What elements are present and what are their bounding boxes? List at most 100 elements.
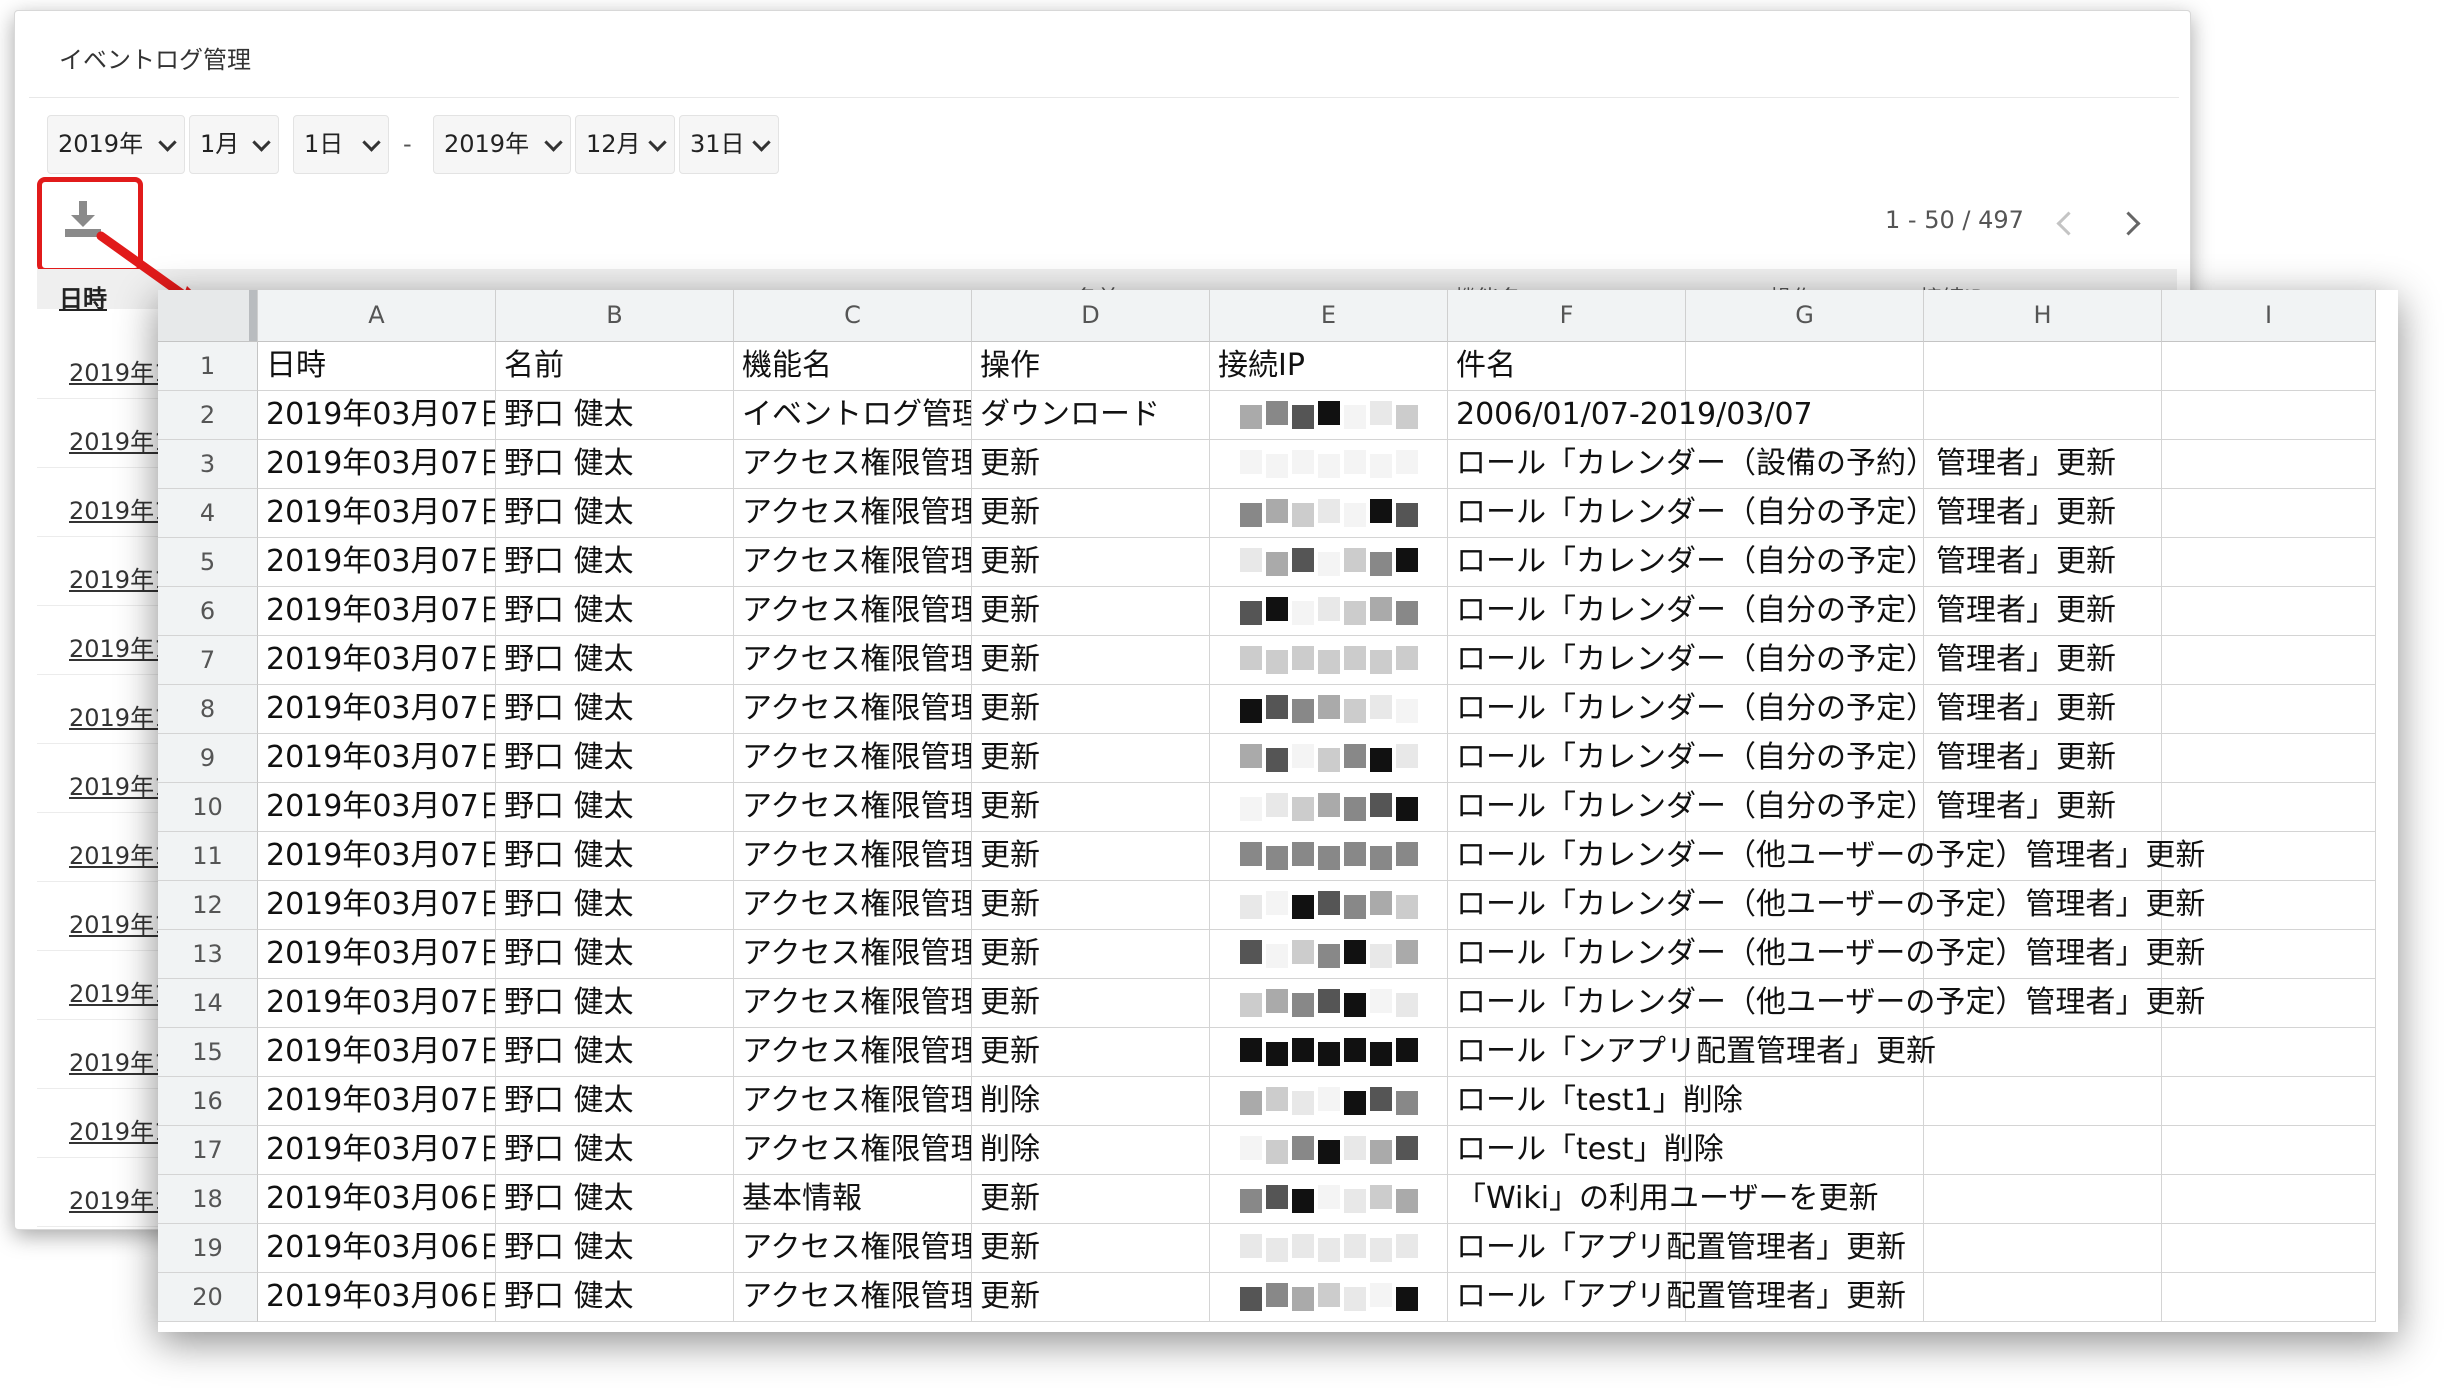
- date-cell[interactable]: 2019年03月06日: [258, 1175, 496, 1224]
- operation-cell[interactable]: 更新: [972, 685, 1210, 734]
- masked-ip-cell[interactable]: [1210, 783, 1448, 832]
- row-header[interactable]: 4: [158, 489, 258, 538]
- empty-cell[interactable]: [2162, 342, 2376, 391]
- name-cell[interactable]: 野口 健太: [496, 1126, 734, 1175]
- operation-cell[interactable]: 更新: [972, 930, 1210, 979]
- subject-cell[interactable]: 2006/01/07-2019/03/07: [1448, 391, 1813, 440]
- row-header[interactable]: 2: [158, 391, 258, 440]
- name-cell[interactable]: 野口 健太: [496, 538, 734, 587]
- next-page-icon[interactable]: [2116, 211, 2141, 236]
- row-header[interactable]: 5: [158, 538, 258, 587]
- masked-ip-cell[interactable]: [1210, 636, 1448, 685]
- masked-ip-cell[interactable]: [1210, 1126, 1448, 1175]
- header-cell[interactable]: 名前: [496, 342, 734, 391]
- header-cell[interactable]: 機能名: [734, 342, 972, 391]
- date-cell[interactable]: 2019年03月07日: [258, 685, 496, 734]
- date-cell[interactable]: 2019年03月07日: [258, 881, 496, 930]
- row-header[interactable]: 18: [158, 1175, 258, 1224]
- subject-cell[interactable]: ロール「test1」削除: [1448, 1077, 1743, 1126]
- operation-cell[interactable]: 更新: [972, 881, 1210, 930]
- date-cell[interactable]: 2019年03月07日: [258, 734, 496, 783]
- empty-cell[interactable]: [2162, 1077, 2376, 1126]
- operation-cell[interactable]: 更新: [972, 1273, 1210, 1322]
- subject-cell[interactable]: ロール「アプリ配置管理者」更新: [1448, 1273, 1906, 1322]
- empty-cell[interactable]: [2162, 1273, 2376, 1322]
- header-cell[interactable]: 日時: [258, 342, 496, 391]
- operation-cell[interactable]: 更新: [972, 832, 1210, 881]
- masked-ip-cell[interactable]: [1210, 538, 1448, 587]
- row-header[interactable]: 9: [158, 734, 258, 783]
- date-cell[interactable]: 2019年03月07日: [258, 587, 496, 636]
- function-cell[interactable]: アクセス権限管理: [734, 832, 972, 881]
- name-cell[interactable]: 野口 健太: [496, 685, 734, 734]
- name-cell[interactable]: 野口 健太: [496, 1028, 734, 1077]
- function-cell[interactable]: アクセス権限管理: [734, 881, 972, 930]
- empty-cell[interactable]: [1924, 391, 2162, 440]
- name-cell[interactable]: 野口 健太: [496, 881, 734, 930]
- empty-cell[interactable]: [2162, 685, 2376, 734]
- column-header-d[interactable]: D: [972, 290, 1210, 342]
- name-cell[interactable]: 野口 健太: [496, 391, 734, 440]
- date-cell[interactable]: 2019年03月07日: [258, 391, 496, 440]
- subject-cell[interactable]: ロール「カレンダー（他ユーザーの予定）管理者」更新: [1448, 979, 2205, 1028]
- empty-cell[interactable]: [2162, 440, 2376, 489]
- empty-cell[interactable]: [2162, 1126, 2376, 1175]
- operation-cell[interactable]: 更新: [972, 636, 1210, 685]
- row-header[interactable]: 20: [158, 1273, 258, 1322]
- empty-cell[interactable]: [2162, 636, 2376, 685]
- masked-ip-cell[interactable]: [1210, 587, 1448, 636]
- operation-cell[interactable]: ダウンロード: [972, 391, 1210, 440]
- date-cell[interactable]: 2019年03月07日: [258, 1077, 496, 1126]
- date-cell[interactable]: 2019年03月07日: [258, 1028, 496, 1077]
- name-cell[interactable]: 野口 健太: [496, 832, 734, 881]
- function-cell[interactable]: アクセス権限管理: [734, 1224, 972, 1273]
- column-header-i[interactable]: I: [2162, 290, 2376, 342]
- name-cell[interactable]: 野口 健太: [496, 930, 734, 979]
- operation-cell[interactable]: 更新: [972, 538, 1210, 587]
- from-year-select[interactable]: 2019年: [47, 115, 185, 174]
- masked-ip-cell[interactable]: [1210, 489, 1448, 538]
- function-cell[interactable]: アクセス権限管理: [734, 538, 972, 587]
- masked-ip-cell[interactable]: [1210, 979, 1448, 1028]
- masked-ip-cell[interactable]: [1210, 734, 1448, 783]
- row-header[interactable]: 1: [158, 342, 258, 391]
- empty-cell[interactable]: [2162, 1224, 2376, 1273]
- masked-ip-cell[interactable]: [1210, 1175, 1448, 1224]
- subject-cell[interactable]: ロール「アプリ配置管理者」更新: [1448, 1224, 1906, 1273]
- header-cell[interactable]: 件名: [1448, 342, 1686, 391]
- column-header-c[interactable]: C: [734, 290, 972, 342]
- select-all-corner[interactable]: [158, 290, 258, 342]
- function-cell[interactable]: アクセス権限管理: [734, 636, 972, 685]
- subject-cell[interactable]: ロール「カレンダー（他ユーザーの予定）管理者」更新: [1448, 930, 2205, 979]
- subject-cell[interactable]: ロール「カレンダー（自分の予定）管理者」更新: [1448, 685, 2116, 734]
- masked-ip-cell[interactable]: [1210, 685, 1448, 734]
- operation-cell[interactable]: 更新: [972, 1224, 1210, 1273]
- masked-ip-cell[interactable]: [1210, 1273, 1448, 1322]
- empty-cell[interactable]: [2162, 1175, 2376, 1224]
- function-cell[interactable]: アクセス権限管理: [734, 930, 972, 979]
- date-cell[interactable]: 2019年03月07日: [258, 538, 496, 587]
- subject-cell[interactable]: ロール「カレンダー（自分の予定）管理者」更新: [1448, 587, 2116, 636]
- from-month-select[interactable]: 1月: [189, 115, 279, 174]
- empty-cell[interactable]: [2162, 1028, 2376, 1077]
- operation-cell[interactable]: 更新: [972, 979, 1210, 1028]
- function-cell[interactable]: 基本情報: [734, 1175, 972, 1224]
- row-header[interactable]: 19: [158, 1224, 258, 1273]
- to-year-select[interactable]: 2019年: [433, 115, 571, 174]
- masked-ip-cell[interactable]: [1210, 1224, 1448, 1273]
- masked-ip-cell[interactable]: [1210, 440, 1448, 489]
- empty-cell[interactable]: [1924, 1028, 2162, 1077]
- empty-cell[interactable]: [2162, 538, 2376, 587]
- name-cell[interactable]: 野口 健太: [496, 440, 734, 489]
- name-cell[interactable]: 野口 健太: [496, 734, 734, 783]
- row-header[interactable]: 6: [158, 587, 258, 636]
- function-cell[interactable]: アクセス権限管理: [734, 1077, 972, 1126]
- subject-cell[interactable]: ロール「カレンダー（自分の予定）管理者」更新: [1448, 636, 2116, 685]
- subject-cell[interactable]: ロール「カレンダー（自分の予定）管理者」更新: [1448, 734, 2116, 783]
- prev-page-icon[interactable]: [2056, 211, 2081, 236]
- date-cell[interactable]: 2019年03月07日: [258, 1126, 496, 1175]
- empty-cell[interactable]: [2162, 587, 2376, 636]
- name-cell[interactable]: 野口 健太: [496, 979, 734, 1028]
- date-cell[interactable]: 2019年03月07日: [258, 832, 496, 881]
- function-cell[interactable]: アクセス権限管理: [734, 734, 972, 783]
